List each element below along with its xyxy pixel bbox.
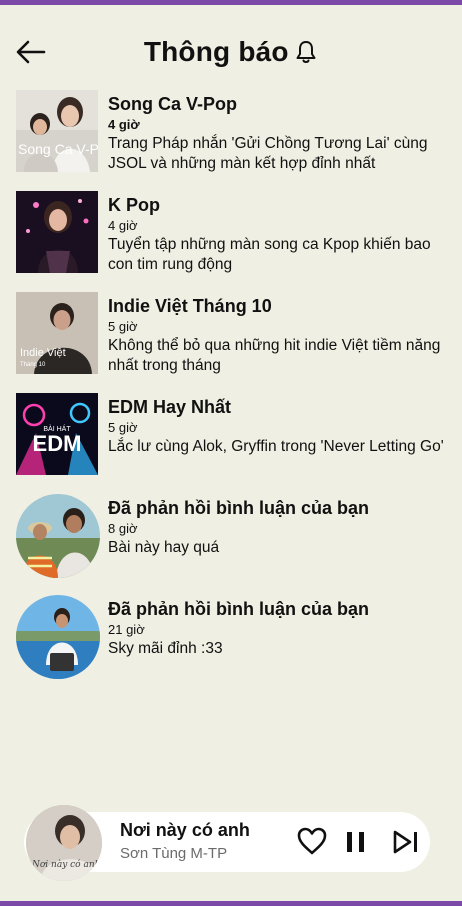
cover-text: Song Ca V-Pop: [18, 141, 98, 157]
notification-time: 5 giờ: [108, 319, 138, 334]
notification-item[interactable]: Song Ca V-Pop Song Ca V-Pop 4 giờ Trang …: [16, 90, 446, 180]
now-playing-title: Nơi này có anh: [120, 820, 250, 840]
notification-title: Indie Việt Tháng 10: [108, 296, 272, 316]
notification-item[interactable]: K Pop 4 giờ Tuyển tập những màn song ca …: [16, 191, 446, 281]
notification-title: EDM Hay Nhất: [108, 397, 232, 417]
notification-title: K Pop: [108, 195, 160, 215]
heart-icon[interactable]: [296, 826, 328, 856]
cover-text: Nơi này có anh: [31, 859, 100, 870]
pause-icon[interactable]: [345, 830, 367, 854]
cover-subtext: Tháng 10: [20, 362, 46, 368]
notification-description: Trang Pháp nhắn 'Gửi Chồng Tương Lai' cù…: [108, 135, 428, 172]
bottom-accent-bar: [0, 901, 462, 906]
notification-item[interactable]: BÀI HÁT EDM EDM Hay Nhất 5 giờ Lắc lư cù…: [16, 393, 446, 483]
user-avatar[interactable]: [16, 595, 100, 679]
page-title-wrap: Thông báo: [0, 36, 462, 68]
cover-text: EDM: [33, 431, 82, 456]
notification-title: Song Ca V-Pop: [108, 94, 238, 114]
notification-item[interactable]: Đã phản hồi bình luận của bạn 21 giờ Sky…: [16, 595, 446, 685]
bell-icon: [296, 41, 316, 63]
header: Thông báo: [0, 30, 462, 80]
notification-time: 5 giờ: [108, 420, 138, 435]
playlist-cover-song-ca-vpop: Song Ca V-Pop: [16, 90, 98, 172]
notification-title: Đã phản hồi bình luận của bạn: [108, 599, 370, 619]
notification-item[interactable]: Đã phản hồi bình luận của bạn 8 giờ Bài …: [16, 494, 446, 584]
notification-description: Sky mãi đỉnh :33: [108, 640, 223, 657]
top-accent-bar: [0, 0, 462, 5]
now-playing-cover[interactable]: Nơi này có anh: [26, 805, 102, 881]
playlist-cover-indie-viet: Indie Việt Tháng 10: [16, 292, 98, 374]
notification-time: 4 giờ: [108, 218, 138, 233]
now-playing-artist: Sơn Tùng M-TP: [120, 845, 228, 862]
cover-text: Indie Việt: [20, 347, 66, 359]
notification-time: 4 giờ: [108, 117, 140, 132]
notification-description: Không thể bỏ qua những hit indie Việt ti…: [108, 337, 441, 374]
page-title: Thông báo: [143, 36, 289, 67]
notification-title: Đã phản hồi bình luận của bạn: [108, 498, 370, 518]
notification-item[interactable]: Indie Việt Tháng 10 Indie Việt Tháng 10 …: [16, 292, 446, 382]
notification-description: Bài này hay quá: [108, 539, 220, 556]
notification-description: Lắc lư cùng Alok, Gryffin trong 'Never L…: [108, 438, 444, 455]
playlist-cover-edm: BÀI HÁT EDM: [16, 393, 98, 475]
skip-next-icon[interactable]: [392, 829, 422, 855]
notification-time: 8 giờ: [108, 521, 138, 536]
playlist-cover-kpop: [16, 191, 98, 273]
notification-description: Tuyển tập những màn song ca Kpop khiến b…: [108, 236, 431, 273]
notification-time: 21 giờ: [108, 622, 145, 637]
user-avatar[interactable]: [16, 494, 100, 578]
